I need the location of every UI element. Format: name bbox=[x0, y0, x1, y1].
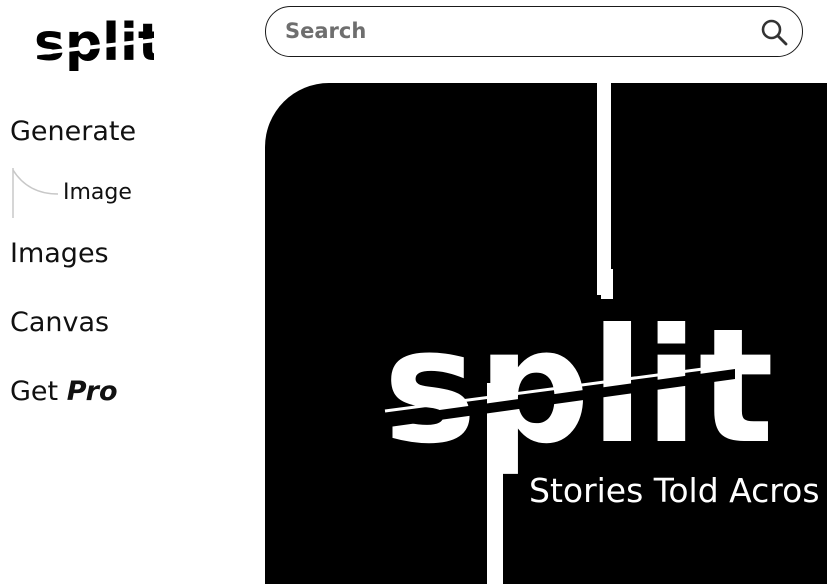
nav-generate-image[interactable]: Image bbox=[63, 180, 132, 205]
get-pro-emphasis: Pro bbox=[66, 376, 118, 407]
search-icon[interactable] bbox=[760, 18, 788, 46]
nav-images[interactable]: Images bbox=[10, 238, 109, 269]
split-logo[interactable]: split bbox=[34, 10, 154, 82]
nav-generate[interactable]: Generate bbox=[10, 116, 136, 147]
search-bar bbox=[265, 6, 803, 57]
get-pro-prefix: Get bbox=[10, 376, 59, 407]
tree-connector-icon bbox=[12, 168, 59, 218]
search-input[interactable] bbox=[285, 7, 745, 55]
nav-get-pro[interactable]: Get Pro bbox=[10, 376, 118, 407]
nav-canvas[interactable]: Canvas bbox=[10, 307, 109, 338]
hero-logo-text: split bbox=[383, 295, 774, 479]
hero-tagline: Stories Told Acros bbox=[529, 471, 820, 510]
app: split Generate Image Images Canvas Get P… bbox=[0, 0, 827, 584]
